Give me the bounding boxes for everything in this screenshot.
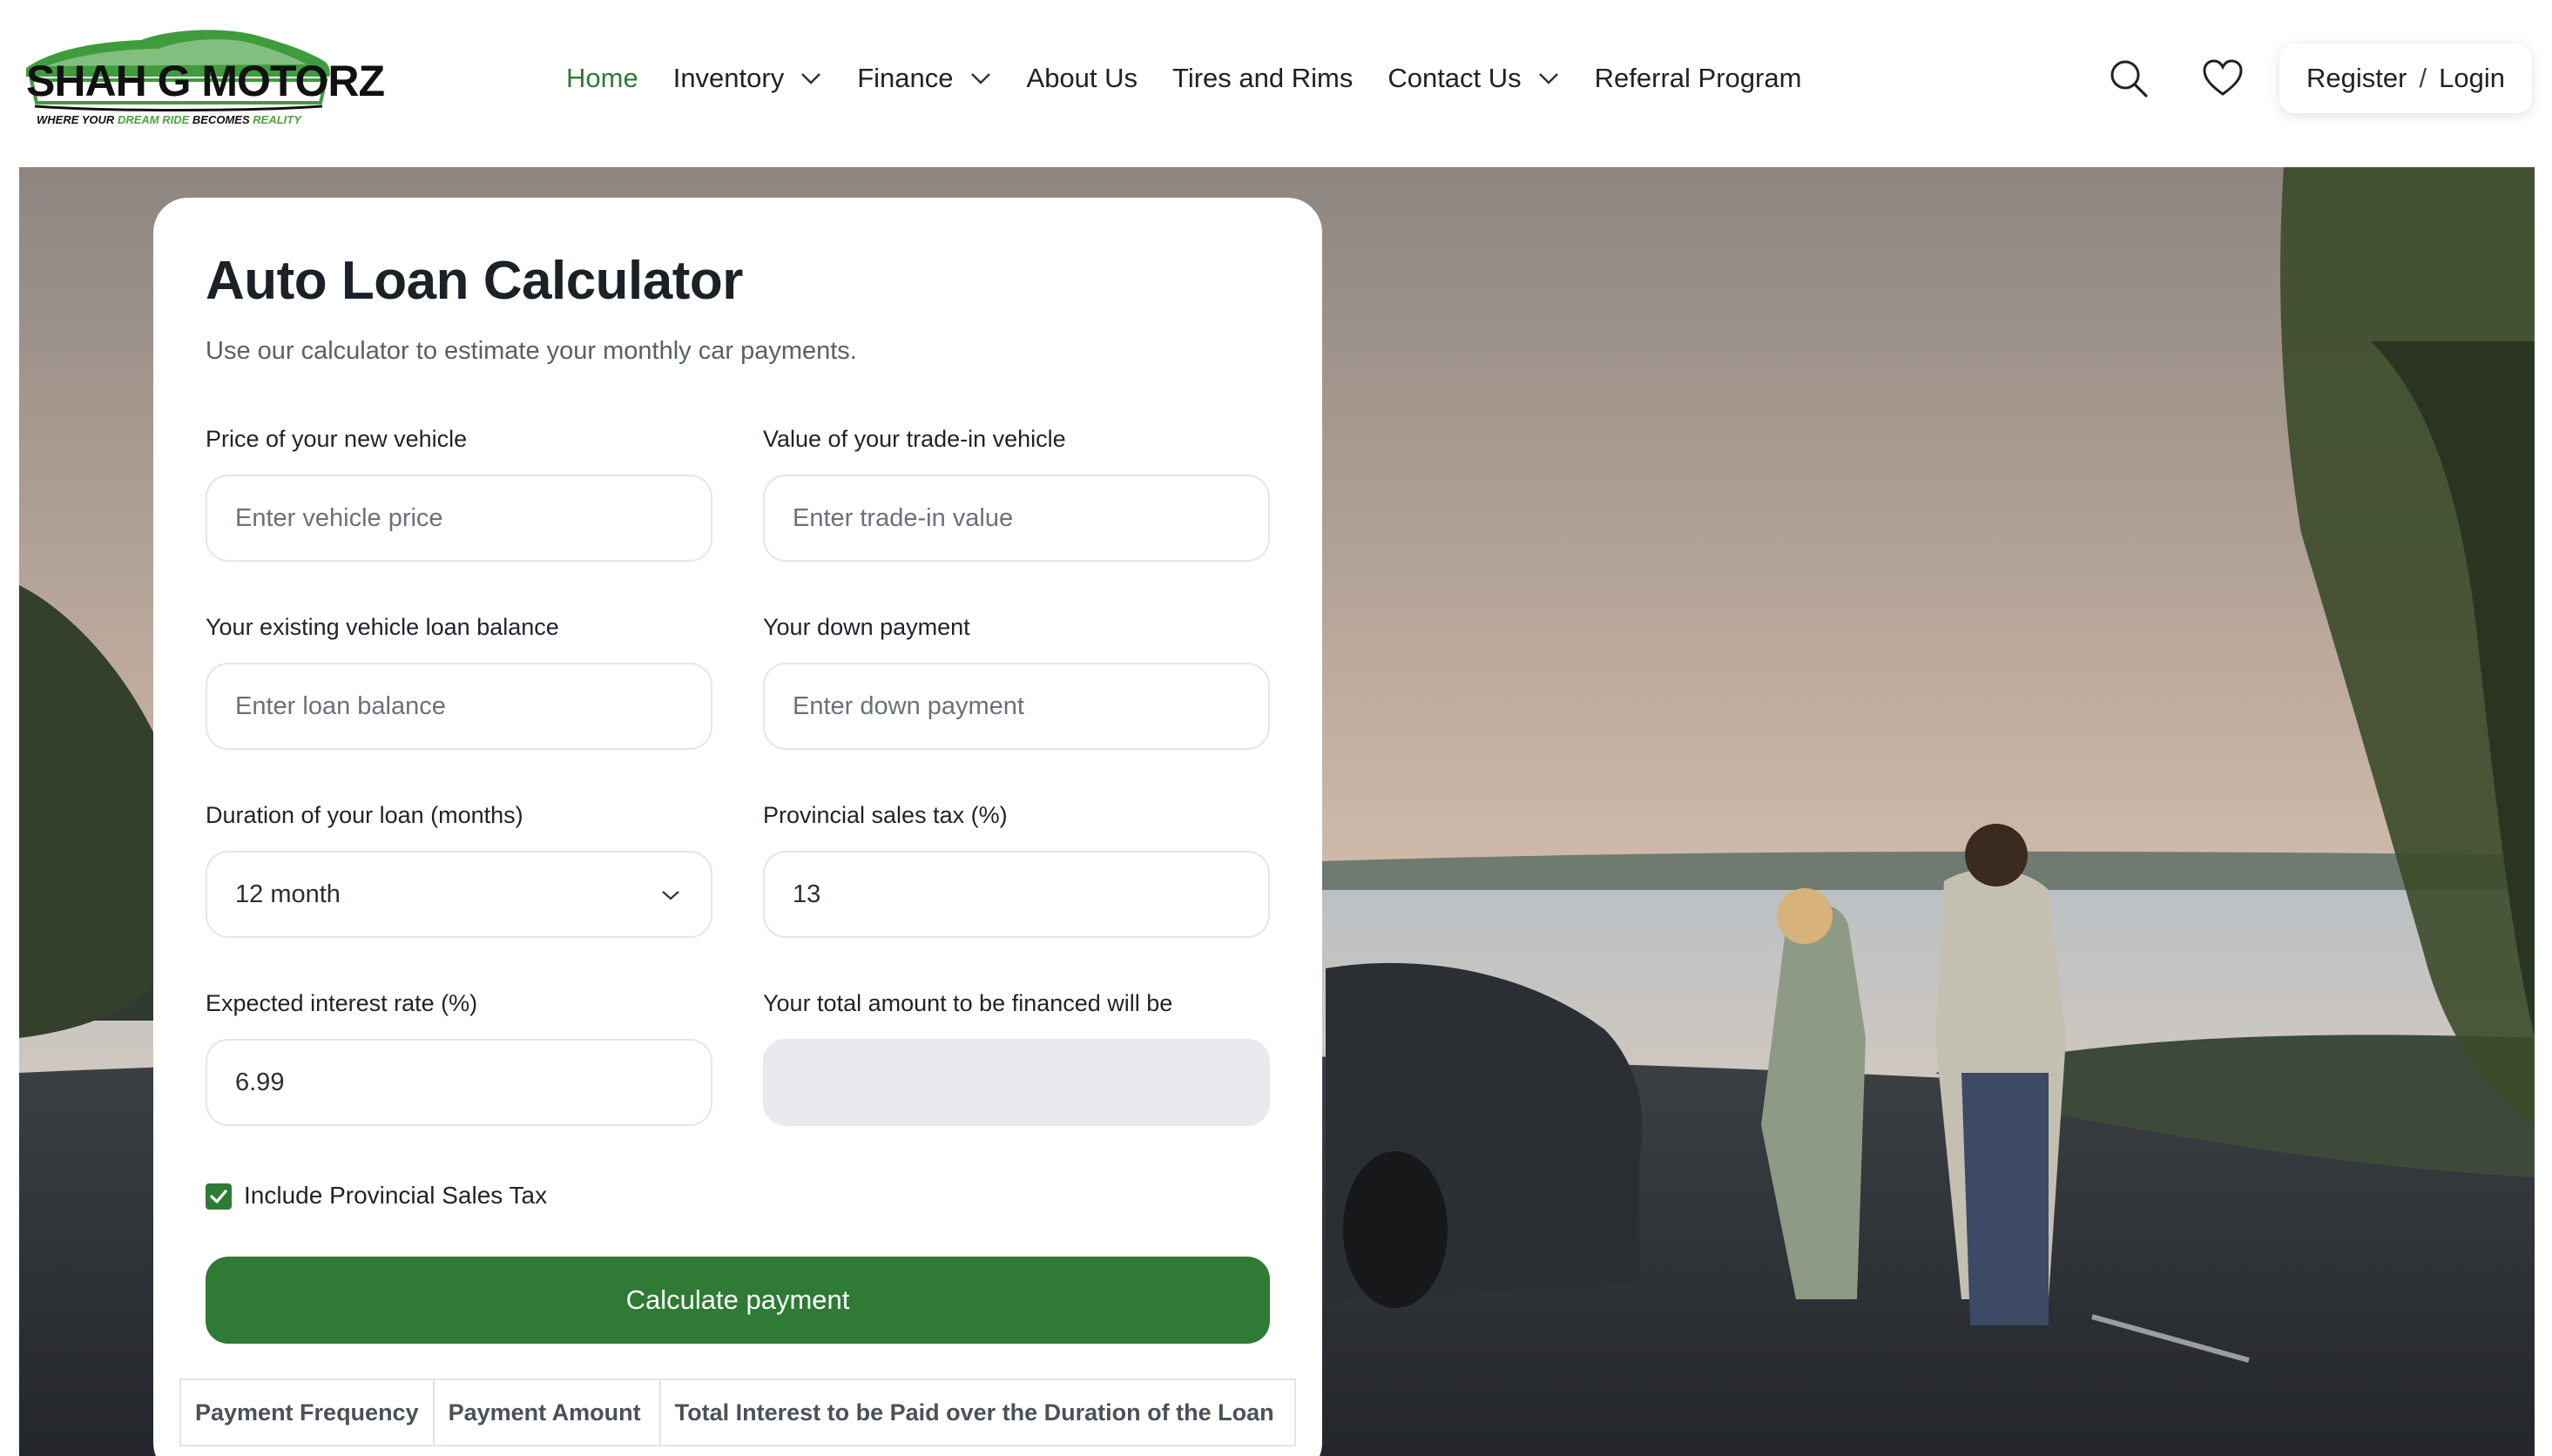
nav-item-about-us[interactable]: About Us: [1027, 63, 1138, 94]
include-tax-checkbox[interactable]: [206, 1183, 232, 1210]
financed-amount-output: [763, 1039, 1270, 1126]
vehicle-price-input[interactable]: [235, 503, 683, 533]
auto-loan-calculator-card: Auto Loan Calculator Use our calculator …: [153, 198, 1322, 1456]
chevron-down-icon: [801, 73, 821, 84]
calculator-title: Auto Loan Calculator: [206, 251, 743, 311]
nav-item-finance[interactable]: Finance: [857, 63, 991, 94]
interest-rate-value[interactable]: 6.99: [235, 1068, 284, 1097]
down-payment-label: Your down payment: [763, 614, 970, 640]
down-payment-input[interactable]: [793, 691, 1240, 721]
heart-icon[interactable]: [2202, 57, 2244, 99]
sales-tax-label: Provincial sales tax (%): [763, 802, 1008, 828]
include-tax-label[interactable]: Include Provincial Sales Tax: [244, 1182, 547, 1210]
loan-duration-select[interactable]: 12 month: [206, 851, 712, 938]
auth-separator: /: [2419, 63, 2427, 93]
chevron-down-icon: [662, 891, 679, 900]
duration-selected-value: 12 month: [235, 880, 341, 908]
table-header-row: Payment Frequency Payment Amount Total I…: [179, 1378, 1297, 1446]
column-header-total-interest: Total Interest to be Paid over the Durat…: [658, 1378, 1297, 1446]
loan-balance-label: Your existing vehicle loan balance: [206, 614, 559, 640]
register-login-button[interactable]: Register / Login: [2279, 44, 2532, 113]
trade-in-label: Value of your trade-in vehicle: [763, 426, 1066, 452]
nav-item-referral-program[interactable]: Referral Program: [1595, 63, 1802, 94]
brand-logo[interactable]: SHAH G MOTORZ WHERE YOUR DREAM RIDE BECO…: [19, 23, 385, 131]
search-icon[interactable]: [2108, 57, 2150, 99]
sales-tax-field[interactable]: 13: [763, 851, 1270, 938]
brand-name: SHAH G MOTORZ: [26, 57, 385, 105]
financed-amount-label: Your total amount to be financed will be: [763, 990, 1173, 1016]
nav-item-contact-us[interactable]: Contact Us: [1387, 63, 1559, 94]
down-payment-field[interactable]: [763, 663, 1270, 750]
column-header-payment-frequency: Payment Frequency: [179, 1378, 435, 1446]
nav-item-inventory[interactable]: Inventory: [673, 63, 823, 94]
duration-label: Duration of your loan (months): [206, 802, 523, 828]
chevron-down-icon: [1538, 73, 1558, 84]
calculate-payment-button[interactable]: Calculate payment: [206, 1257, 1270, 1344]
vehicle-price-field[interactable]: [206, 475, 712, 562]
nav-item-tires-and-rims[interactable]: Tires and Rims: [1172, 63, 1353, 94]
brand-tagline: WHERE YOUR DREAM RIDE BECOMES REALITY: [37, 113, 301, 126]
interest-rate-label: Expected interest rate (%): [206, 990, 478, 1016]
register-link[interactable]: Register: [2306, 63, 2407, 94]
chevron-down-icon: [970, 73, 990, 84]
sales-tax-value[interactable]: 13: [793, 880, 820, 909]
loan-balance-field[interactable]: [206, 663, 712, 750]
trade-in-field[interactable]: [763, 475, 1270, 562]
loan-balance-input[interactable]: [235, 691, 683, 721]
price-label: Price of your new vehicle: [206, 426, 468, 452]
login-link[interactable]: Login: [2439, 63, 2505, 94]
main-nav: Home Inventory Finance About Us Tires an…: [566, 54, 1836, 103]
nav-item-home[interactable]: Home: [566, 63, 638, 94]
checkmark-icon: [210, 1190, 227, 1203]
interest-rate-field[interactable]: 6.99: [206, 1039, 712, 1126]
calculator-subtitle: Use our calculator to estimate your mont…: [206, 337, 857, 365]
column-header-payment-amount: Payment Amount: [432, 1378, 661, 1446]
payment-results-table: Payment Frequency Payment Amount Total I…: [179, 1378, 1297, 1446]
trade-in-input[interactable]: [793, 503, 1240, 533]
site-header: SHAH G MOTORZ WHERE YOUR DREAM RIDE BECO…: [0, 0, 2552, 167]
